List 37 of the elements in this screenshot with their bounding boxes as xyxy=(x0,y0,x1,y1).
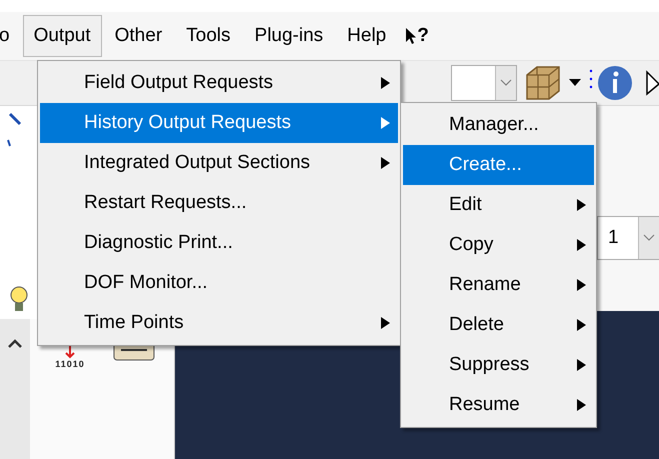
info-icon[interactable] xyxy=(587,63,635,103)
menu-item[interactable]: Create... xyxy=(403,145,594,185)
menu-item[interactable]: Copy xyxy=(403,225,594,265)
scroll-up-icon[interactable] xyxy=(7,339,23,349)
menu-item[interactable]: History Output Requests xyxy=(40,103,398,143)
arrow-cursor-icon xyxy=(405,27,418,45)
menu-item[interactable]: Restart Requests... xyxy=(40,183,398,223)
menu-item[interactable]: Suppress xyxy=(403,345,594,385)
tool-caption: 11010 xyxy=(55,359,85,369)
menu-title[interactable]: o xyxy=(0,15,21,57)
step-combo-box[interactable]: 1 xyxy=(597,216,659,260)
whats-this-button[interactable]: ? xyxy=(405,25,429,47)
submenu-arrow-icon xyxy=(577,279,586,291)
submenu-arrow-icon xyxy=(381,117,390,129)
dropdown-caret-icon[interactable] xyxy=(569,79,581,87)
menu-item[interactable]: Diagnostic Print... xyxy=(40,223,398,263)
menu-title[interactable]: Help xyxy=(336,15,398,57)
menu-item[interactable]: Time Points xyxy=(40,303,398,343)
submenu-arrow-icon xyxy=(577,399,586,411)
submenu-arrow-icon xyxy=(381,317,390,329)
menu-title[interactable]: Tools xyxy=(175,15,242,57)
submenu-arrow-icon xyxy=(381,77,390,89)
menu-title[interactable]: Plug-ins xyxy=(244,15,334,57)
menu-title[interactable]: Other xyxy=(104,15,174,57)
submenu-arrow-icon xyxy=(577,199,586,211)
menu-item[interactable]: Manager... xyxy=(403,105,594,145)
menu-item[interactable]: Delete xyxy=(403,305,594,345)
menu-item[interactable]: Rename xyxy=(403,265,594,305)
submenu-arrow-icon xyxy=(577,239,586,251)
menu-title[interactable]: Output xyxy=(22,15,102,57)
menu-item[interactable]: Integrated Output Sections xyxy=(40,143,398,183)
menu-item[interactable]: Resume xyxy=(403,385,594,425)
submenu-arrow-icon xyxy=(577,359,586,371)
menu-item[interactable]: Edit xyxy=(403,185,594,225)
submenu-arrow-icon xyxy=(381,157,390,169)
menu-item[interactable]: DOF Monitor... xyxy=(40,263,398,303)
submenu-arrow-icon xyxy=(577,319,586,331)
